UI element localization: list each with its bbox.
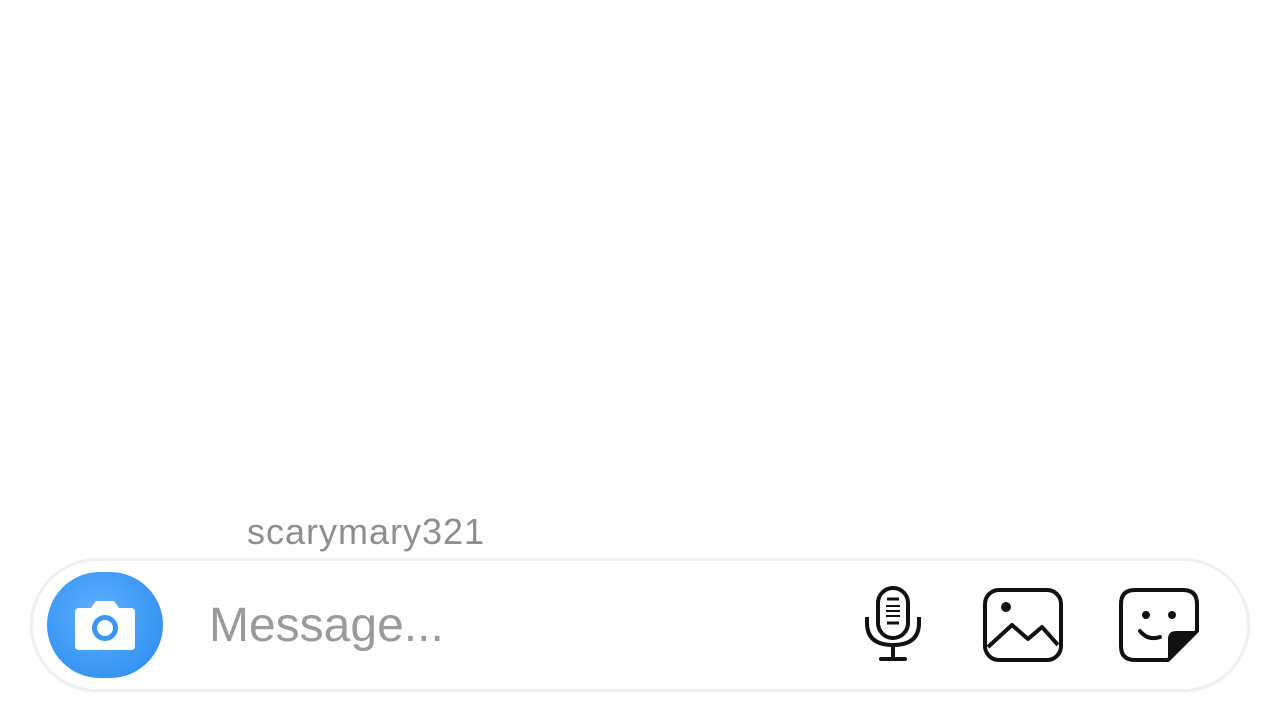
sticker-button[interactable] xyxy=(1117,587,1201,667)
message-input[interactable] xyxy=(203,593,855,657)
camera-icon xyxy=(73,598,137,652)
voice-message-button[interactable] xyxy=(858,585,928,670)
sender-username: scarymary321 xyxy=(247,511,486,552)
gallery-icon xyxy=(982,587,1064,668)
sticker-icon xyxy=(1118,587,1200,668)
gallery-button[interactable] xyxy=(981,587,1065,667)
message-composer xyxy=(30,558,1250,692)
direct-message-screen: scarymary321 xyxy=(0,0,1280,720)
microphone-icon xyxy=(861,585,925,670)
camera-button[interactable] xyxy=(47,572,163,678)
